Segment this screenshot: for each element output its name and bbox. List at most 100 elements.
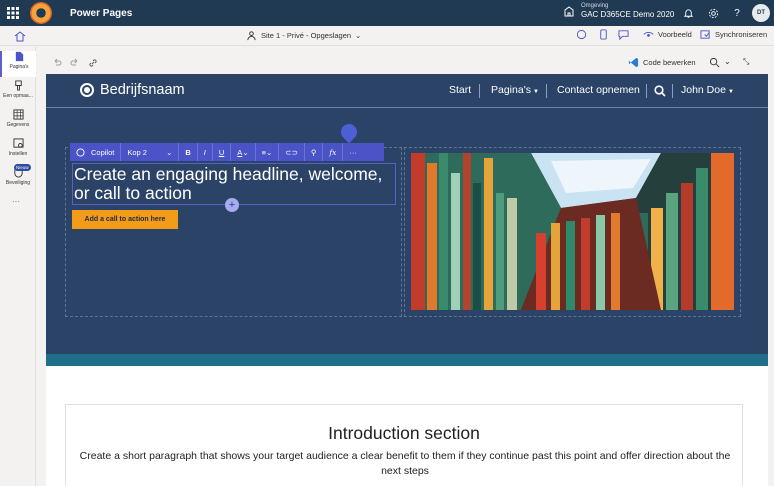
preview-button[interactable]: Voorbeeld: [643, 29, 692, 40]
intro-section[interactable]: Introduction section Create a short para…: [65, 404, 743, 486]
zoom-control[interactable]: ⌄: [709, 57, 731, 68]
rail-item-styling[interactable]: Een opmaa...: [0, 80, 36, 106]
avatar[interactable]: DT: [752, 4, 770, 22]
environment-name: GAC D365CE Demo 2020: [581, 10, 675, 19]
brush-icon: ⚲: [310, 147, 317, 157]
text-style-dropdown[interactable]: Kop 2 ⌄: [121, 143, 180, 161]
environment-label: Omgeving: [581, 3, 609, 9]
rail-item-label: Instellen: [8, 151, 28, 157]
architecture-photo: [411, 153, 734, 310]
rail-item-label: Beveiliging: [5, 180, 31, 186]
bold-button[interactable]: B: [179, 143, 198, 161]
environment-switcher[interactable]: Omgeving GAC D365CE Demo 2020: [563, 2, 674, 20]
table-icon: [12, 109, 24, 120]
copilot-label: Copilot: [91, 147, 115, 157]
intro-title: Introduction section: [328, 423, 480, 443]
home-icon[interactable]: [14, 30, 26, 42]
link-icon: ⊂⊃: [285, 147, 298, 157]
new-badge: Nieuw: [14, 164, 31, 171]
nav-divider: [546, 84, 547, 98]
bell-icon[interactable]: [681, 6, 695, 20]
page-canvas: Bedrijfsnaam Start Pagina's ▼ Contact opn…: [46, 74, 768, 486]
gear-icon[interactable]: [706, 6, 720, 20]
rail-item-label: Gegevens: [6, 122, 30, 128]
undo-icon[interactable]: [52, 58, 62, 68]
preview-label: Voorbeeld: [658, 30, 692, 39]
nav-divider: [646, 84, 647, 98]
rail-item-data[interactable]: Gegevens: [0, 109, 36, 135]
italic-button[interactable]: I: [198, 143, 213, 161]
editor-toolbar: Code bewerken ⌄ ⤡: [46, 54, 768, 74]
sync-label: Synchroniseren: [715, 30, 768, 39]
nav-divider: [479, 84, 480, 98]
collapse-icon[interactable]: ⤡: [743, 57, 749, 67]
command-bar: Site 1 - Privé - Opgeslagen ⌄ Voorbeeld …: [0, 26, 774, 46]
device-icon[interactable]: [598, 29, 609, 40]
app-header: Power Pages Omgeving GAC D365CE Demo 202…: [0, 0, 774, 26]
formula-button[interactable]: fx: [323, 143, 344, 161]
site-brand[interactable]: Bedrijfsnaam: [80, 82, 185, 98]
rail-item-label: Een opmaa...: [3, 93, 33, 99]
caret-down-icon: ▼: [727, 89, 734, 95]
nav-user-label: John Doe: [681, 84, 726, 96]
nav-pages[interactable]: Pagina's ▼: [491, 84, 539, 96]
zoom-icon: [709, 57, 720, 68]
chevron-down-icon: ⌄: [242, 147, 249, 157]
more-options-button[interactable]: ···: [343, 143, 363, 161]
hero-image[interactable]: [411, 153, 734, 310]
nav-user[interactable]: John Doe ▼: [681, 84, 734, 96]
brand-name: Bedrijfsnaam: [100, 82, 185, 98]
comment-icon[interactable]: [618, 29, 629, 40]
align-button[interactable]: ≡ ⌄: [256, 143, 280, 161]
building-icon: [564, 6, 574, 17]
site-header: Bedrijfsnaam Start Pagina's ▼ Contact opn…: [46, 74, 768, 108]
sync-button[interactable]: Synchroniseren: [700, 29, 767, 40]
rail-item-setup[interactable]: Instellen: [0, 138, 36, 164]
chevron-down-icon: ⌄: [355, 31, 362, 40]
redo-icon[interactable]: [70, 58, 80, 68]
chevron-down-icon: ⌄: [266, 147, 273, 157]
site-status-text: Site 1 - Privé - Opgeslagen: [261, 31, 352, 40]
chevron-down-icon: ⌄: [166, 147, 173, 157]
nav-contact[interactable]: Contact opnemen: [557, 84, 640, 96]
copilot-button[interactable]: Copilot: [70, 143, 122, 161]
copilot-icon: [76, 147, 85, 157]
style-icon: [14, 80, 22, 91]
chevron-down-icon: ⌄: [724, 57, 731, 66]
intro-text: Create a short paragraph that shows your…: [79, 450, 731, 477]
code-edit-button[interactable]: Code bewerken: [628, 57, 696, 68]
code-edit-label: Code bewerken: [643, 58, 696, 67]
cta-button[interactable]: Add a call to action here: [72, 210, 178, 229]
location-pin-icon: [337, 120, 361, 144]
hero-section: Bedrijfsnaam Start Pagina's ▼ Contact opn…: [46, 74, 768, 354]
site-status[interactable]: Site 1 - Privé - Opgeslagen ⌄: [246, 30, 361, 41]
nav-start[interactable]: Start: [449, 84, 471, 96]
link-button[interactable]: ⊂⊃: [279, 143, 305, 161]
power-pages-logo: [30, 2, 52, 24]
page-icon: [15, 51, 23, 62]
app-title: Power Pages: [70, 7, 133, 19]
nav-pages-label: Pagina's: [491, 84, 531, 96]
divider-band: [46, 354, 768, 366]
rail-item-pages[interactable]: Pagina's: [0, 51, 36, 77]
text-style-value: Kop 2: [127, 147, 147, 157]
rich-text-toolbar: Copilot Kop 2 ⌄ B I U A ⌄ ≡ ⌄ ⊂⊃ ⚲ fx ···: [70, 143, 384, 161]
left-rail: Pagina's Een opmaa... Gegevens Instellen…: [0, 47, 36, 486]
rail-item-label: Pagina's: [9, 64, 29, 70]
copilot-icon[interactable]: [576, 29, 587, 40]
sync-icon: [700, 30, 710, 39]
underline-button[interactable]: U: [213, 143, 232, 161]
settings-icon: [12, 138, 24, 148]
vscode-icon: [628, 57, 639, 68]
eye-icon: [643, 31, 654, 37]
help-icon[interactable]: ?: [730, 6, 744, 20]
add-section-icon[interactable]: +: [225, 198, 239, 212]
caret-down-icon: ▼: [532, 89, 539, 95]
font-color-button[interactable]: A ⌄: [231, 143, 256, 161]
more-icon[interactable]: ···: [12, 197, 20, 206]
waffle-icon[interactable]: [0, 0, 26, 26]
search-icon[interactable]: [654, 85, 666, 97]
format-painter-button[interactable]: ⚲: [305, 143, 324, 161]
link-icon[interactable]: [88, 58, 98, 68]
nav-divider: [672, 84, 673, 98]
